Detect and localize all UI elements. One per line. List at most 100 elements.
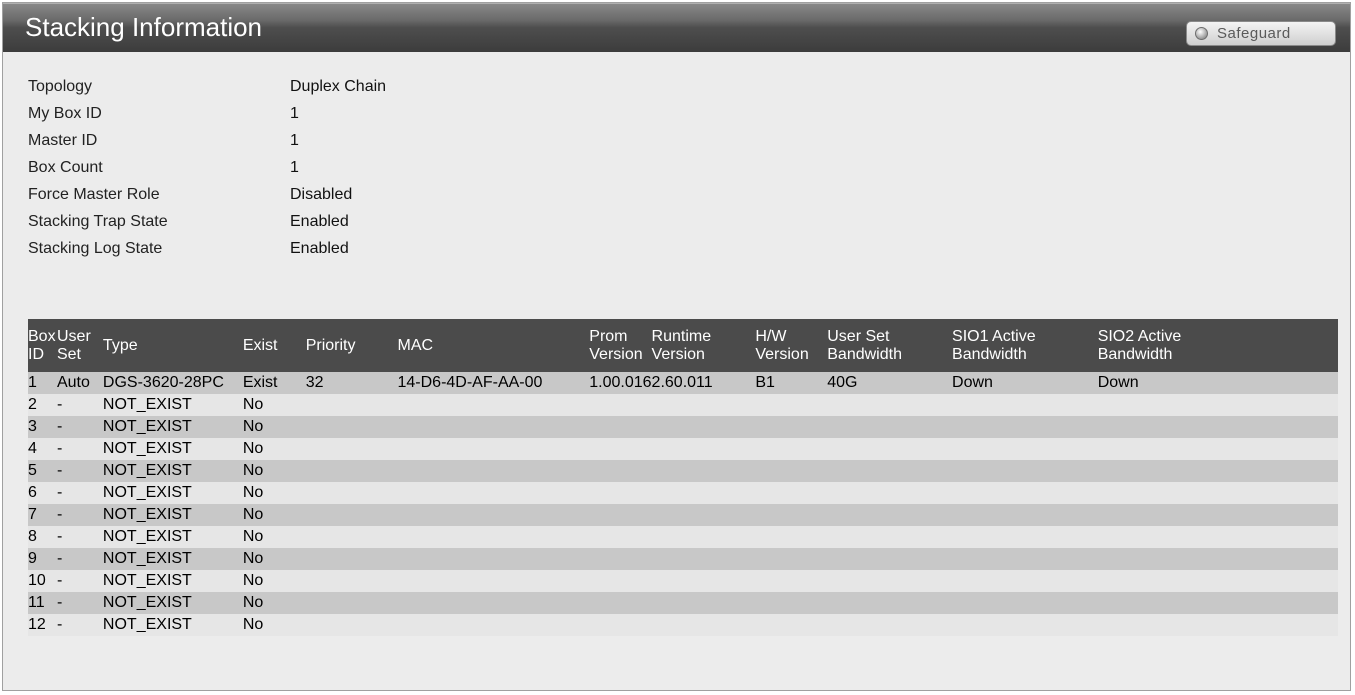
table-cell: 8 [28,526,57,548]
table-cell [589,526,652,548]
info-value: 1 [290,132,299,149]
table-cell: 3 [28,416,57,438]
table-cell [589,482,652,504]
table-cell: B1 [755,372,828,394]
column-header-line: SIO1 Active [952,327,1036,345]
table-cell: DGS-3620-28PC [102,372,243,394]
table-cell: 14-D6-4D-AF-AA-00 [397,372,590,394]
column-header-line: Set [56,345,81,363]
table-cell [755,614,828,636]
table-cell: - [56,504,103,526]
table-cell: No [242,438,306,460]
column-header-line: Type [102,336,138,354]
info-row: Master ID 1 [28,127,386,154]
column-header-line: Version [651,345,705,363]
table-cell: NOT_EXIST [102,438,243,460]
info-value: 1 [290,105,299,122]
info-value: Enabled [290,213,349,230]
table-cell [651,504,756,526]
stacking-box-table: Box ID User Set Type Exist Priority MAC Prom Vers… [28,319,1338,636]
table-cell [755,504,828,526]
table-cell [952,614,1098,636]
table-cell: No [242,416,306,438]
info-value: 1 [290,159,299,176]
table-cell [305,438,398,460]
table-row: 2- NOT_EXIST No [28,394,1338,416]
table-cell: 5 [28,460,57,482]
table-cell: No [242,570,306,592]
table-cell [952,460,1098,482]
table-cell [397,460,590,482]
table-cell: - [56,526,103,548]
table-cell [651,460,756,482]
column-header-line: Prom [589,327,628,345]
info-label: Topology [28,78,93,95]
safeguard-label: Safeguard [1217,25,1291,42]
info-row: Stacking Log State Enabled [28,235,386,262]
table-cell [1097,394,1338,416]
table-cell: 2 [28,394,57,416]
table-cell: - [56,614,103,636]
table-cell [397,548,590,570]
table-cell [1097,482,1338,504]
column-header: Exist [242,319,306,372]
table-row: 8- NOT_EXIST No [28,526,1338,548]
table-cell [651,438,756,460]
stacking-info-list: Topology Duplex Chain My Box ID 1 Master ID 1… [28,73,386,262]
column-header: SIO2 Active Bandwidth [1097,319,1338,372]
column-header: Box ID [28,319,57,372]
table-cell: NOT_EXIST [102,570,243,592]
table-row: 12- NOT_EXIST No [28,614,1338,636]
column-header-line: Runtime [651,327,712,345]
info-label: Master ID [28,132,98,149]
table-row: 10- NOT_EXIST No [28,570,1338,592]
table-cell [952,416,1098,438]
table-cell [1097,438,1338,460]
column-header: Runtime Version [651,319,756,372]
table-cell [397,394,590,416]
info-label: Stacking Trap State [28,213,168,230]
table-cell [952,592,1098,614]
table-cell [1097,460,1338,482]
table-cell: No [242,460,306,482]
table-cell: 9 [28,548,57,570]
table-cell [651,482,756,504]
table-cell [827,482,953,504]
info-label: Stacking Log State [28,240,163,257]
table-cell: NOT_EXIST [102,548,243,570]
info-label: My Box ID [28,105,102,122]
table-cell [589,548,652,570]
table-cell: 40G [827,372,953,394]
column-header-line: Priority [305,336,356,354]
table-cell: NOT_EXIST [102,504,243,526]
info-value: Enabled [290,240,349,257]
column-header-line: H/W [755,327,787,345]
table-row: 7- NOT_EXIST No [28,504,1338,526]
table-cell: 12 [28,614,57,636]
table-cell: - [56,416,103,438]
table-cell: No [242,526,306,548]
table-cell [1097,570,1338,592]
info-row: Topology Duplex Chain [28,73,386,100]
table-cell: 2.60.011 [651,372,756,394]
column-header-line: Box [28,327,56,345]
info-row: My Box ID 1 [28,100,386,127]
table-cell [1097,548,1338,570]
table-row: 3- NOT_EXIST No [28,416,1338,438]
table-cell [827,438,953,460]
table-cell: NOT_EXIST [102,526,243,548]
table-cell [755,460,828,482]
table-row: 1 Auto DGS-3620-28PC Exist 32 14-D6-4D-AF-AA-… [28,372,1338,394]
table-cell [305,614,398,636]
info-label: Box Count [28,159,103,176]
table-cell [589,438,652,460]
column-header-line: ID [28,345,44,363]
safeguard-indicator[interactable]: Safeguard [1186,21,1336,46]
table-row: 9- NOT_EXIST No [28,548,1338,570]
column-header-line: Version [589,345,643,363]
table-cell [952,526,1098,548]
table-row: 6- NOT_EXIST No [28,482,1338,504]
table-cell: 4 [28,438,57,460]
table-cell [589,460,652,482]
info-label: Force Master Role [28,186,160,203]
